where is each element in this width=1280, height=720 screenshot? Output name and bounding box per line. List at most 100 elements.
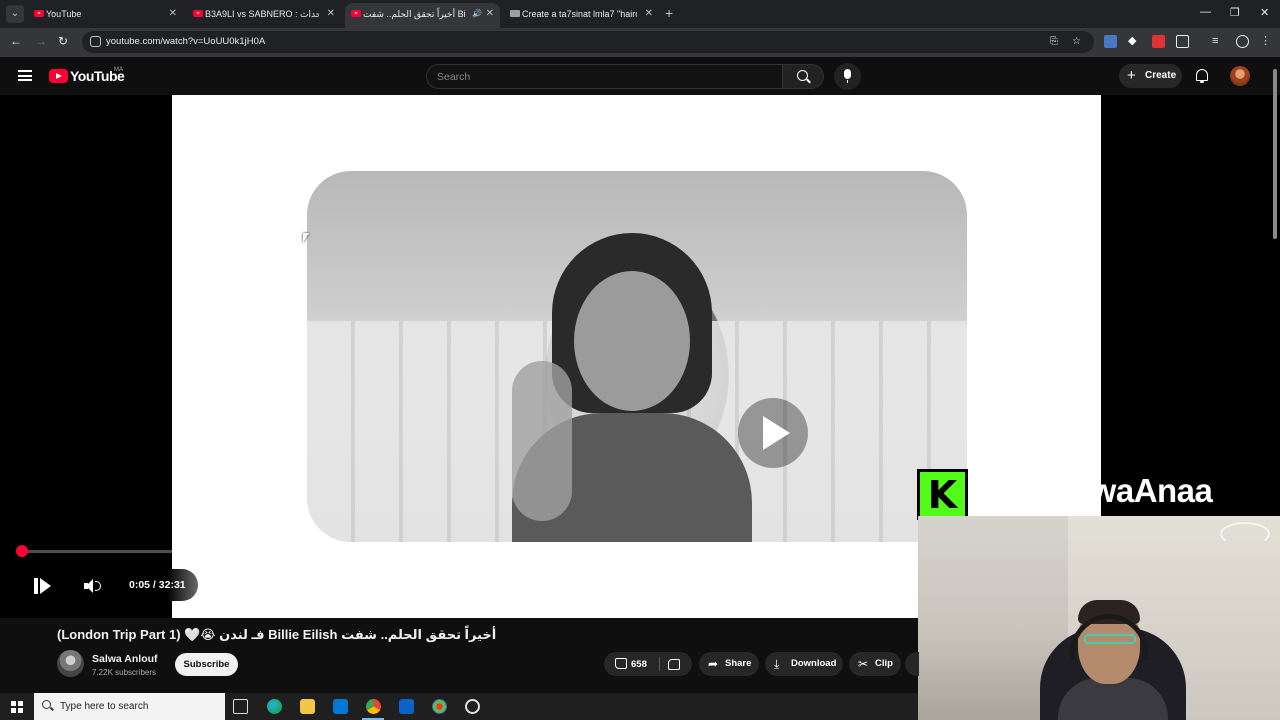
youtube-favicon-icon: [193, 10, 203, 17]
diamond-extension-icon[interactable]: ◆: [1128, 35, 1141, 48]
close-window-icon[interactable]: ✕: [1260, 6, 1269, 19]
progress-bar[interactable]: [16, 545, 918, 557]
youtube-masthead: YouTube MA + Create: [0, 57, 1280, 95]
plus-icon: +: [1127, 67, 1136, 84]
like-icon[interactable]: [615, 658, 627, 669]
vlogger-face: [574, 271, 690, 411]
tab-close-icon[interactable]: ✕: [645, 3, 653, 25]
kick-logo-letter: K: [920, 472, 965, 517]
scrollbar-thumb[interactable]: [1273, 69, 1277, 239]
extensions-puzzle-icon[interactable]: [1176, 35, 1189, 48]
like-dislike-group: 658: [604, 652, 692, 676]
youtube-favicon-icon: [34, 10, 44, 17]
microphone-icon: [844, 69, 851, 83]
task-view-icon[interactable]: [233, 699, 248, 714]
tab-close-icon[interactable]: ✕: [486, 3, 494, 25]
chrome-browser-icon[interactable]: [366, 699, 381, 714]
youtube-logo-icon[interactable]: [49, 69, 68, 83]
time-text: 0:05 / 32:31: [129, 579, 186, 591]
channel-avatar[interactable]: [57, 650, 84, 677]
address-bar[interactable]: youtube.com/watch?v=UoUU0k1jH0A ⎘ ☆: [82, 31, 1094, 53]
url-text[interactable]: youtube.com/watch?v=UoUU0k1jH0A: [106, 36, 265, 47]
app-icon[interactable]: [432, 699, 447, 714]
vlogger-hand: [512, 361, 572, 521]
vlogger-figure: [512, 233, 752, 542]
bookmark-star-icon[interactable]: ☆: [1072, 36, 1081, 47]
minimize-icon[interactable]: —: [1200, 6, 1211, 18]
tab-search-button[interactable]: ⌄: [6, 5, 24, 23]
translate-extension-icon[interactable]: [1104, 35, 1117, 48]
profile-icon[interactable]: [1236, 35, 1249, 48]
file-explorer-icon[interactable]: [300, 699, 315, 714]
subscriber-count: 7.22K subscribers: [92, 668, 157, 677]
play-pause-icon[interactable]: [34, 578, 51, 594]
notifications-bell-icon[interactable]: [1196, 69, 1208, 83]
page-scrollbar[interactable]: [1270, 57, 1280, 720]
document-favicon-icon: [510, 10, 520, 17]
create-button[interactable]: + Create: [1119, 64, 1182, 88]
windows-start-icon[interactable]: [11, 701, 23, 713]
tab-audio-icon[interactable]: 🔊: [472, 3, 482, 25]
tab-title: B3A9LI vs SABNERO : صراع للأحداث: [205, 9, 319, 19]
volume-wave-icon: [95, 581, 101, 591]
new-tab-icon[interactable]: +: [665, 5, 673, 21]
clip-button[interactable]: ✂ Clip: [849, 652, 901, 676]
microsoft-store-icon[interactable]: [333, 699, 348, 714]
forward-icon[interactable]: →: [35, 34, 47, 48]
share-label: Share: [725, 658, 752, 669]
share-button[interactable]: ➦ Share: [699, 652, 759, 676]
cast-icon[interactable]: ⎘: [1050, 36, 1058, 47]
subscribe-button[interactable]: Subscribe: [175, 653, 238, 676]
channel-name[interactable]: Salwa Anlouf: [92, 653, 158, 665]
site-info-icon[interactable]: [90, 36, 101, 47]
screen: ⌄ YouTube ✕ B3A9LI vs SABNERO : صراع للأ…: [0, 0, 1280, 720]
download-icon: ⤓: [774, 657, 780, 671]
time-display: 0:05 / 32:31: [120, 569, 198, 601]
guide-menu-icon[interactable]: [18, 70, 32, 81]
mouse-cursor-icon: [303, 233, 309, 243]
glasses: [1084, 634, 1136, 644]
tab-close-icon[interactable]: ✕: [327, 3, 335, 25]
like-divider: [659, 657, 660, 671]
browser-tab-youtube[interactable]: YouTube ✕: [28, 3, 183, 28]
video-title: أخيراً تحقق الحلم.. شفت Billie Eilish فـ…: [57, 627, 497, 642]
outlook-icon[interactable]: [399, 699, 414, 714]
clip-label: Clip: [875, 658, 893, 669]
streamer-handle: DirtyHowaAnaa: [975, 472, 1213, 509]
dislike-icon[interactable]: [668, 659, 680, 670]
media-control-icon[interactable]: ≡: [1212, 35, 1225, 48]
edge-browser-icon[interactable]: [267, 699, 282, 714]
share-icon: ➦: [708, 657, 719, 671]
taskbar-search[interactable]: Type here to search: [34, 693, 225, 720]
voice-search-button[interactable]: [834, 63, 861, 90]
progress-scrubber-handle[interactable]: [16, 545, 29, 557]
search-button[interactable]: [783, 64, 824, 89]
reload-icon[interactable]: ↻: [58, 34, 68, 48]
browser-tab-b3a9li[interactable]: B3A9LI vs SABNERO : صراع للأحداث ✕: [187, 3, 341, 28]
browser-tab-active-video[interactable]: أخيراً تحقق الحلم.. شفت Billie Eilish 🔊 …: [345, 3, 500, 28]
search-box: [426, 64, 783, 89]
windows-taskbar: Type here to search: [0, 693, 918, 720]
back-icon[interactable]: ←: [10, 34, 22, 48]
ceiling-lamp: [1220, 522, 1270, 546]
taskbar-search-placeholder: Type here to search: [60, 701, 149, 712]
search-input[interactable]: [437, 69, 767, 84]
webcam-overlay: [918, 516, 1280, 720]
youtube-favicon-icon: [351, 10, 361, 17]
center-play-icon[interactable]: [738, 398, 808, 468]
kick-logo-icon: K: [917, 469, 968, 520]
download-label: Download: [791, 658, 837, 669]
tab-title: YouTube: [46, 9, 82, 19]
tab-close-icon[interactable]: ✕: [169, 3, 177, 25]
browser-menu-icon[interactable]: ⋮: [1260, 35, 1273, 48]
browser-tab-create[interactable]: Create a ta7sinat lmla7 "haircut ✕: [504, 3, 659, 28]
region-code: MA: [114, 67, 123, 73]
like-count[interactable]: 658: [631, 659, 647, 670]
taskbar-search-icon: [42, 700, 51, 709]
more-actions-button[interactable]: [905, 652, 919, 676]
download-button[interactable]: ⤓ Download: [765, 652, 843, 676]
restore-icon[interactable]: ❐: [1230, 6, 1240, 19]
obs-icon[interactable]: [465, 699, 480, 714]
account-avatar[interactable]: [1230, 66, 1250, 86]
red-extension-icon[interactable]: [1152, 35, 1165, 48]
